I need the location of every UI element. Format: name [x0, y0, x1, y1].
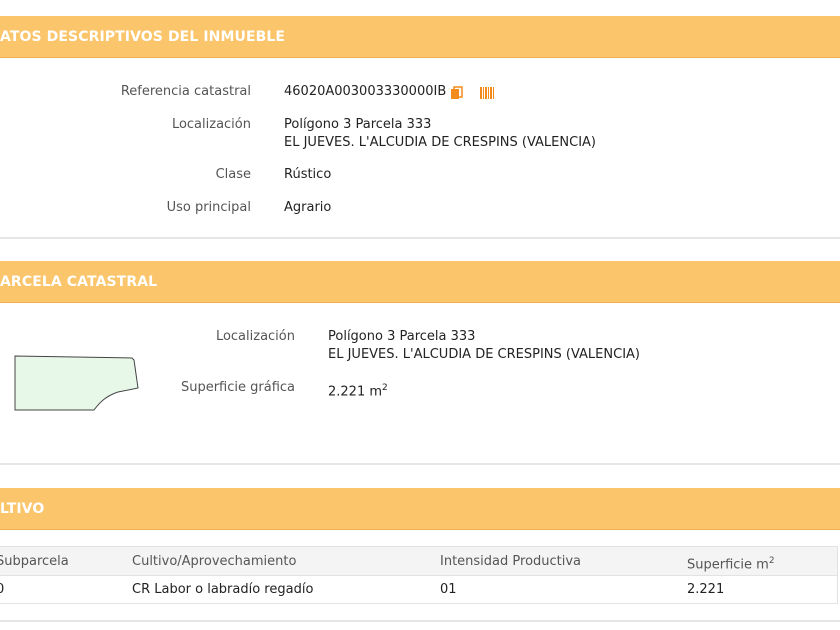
localizacion-line1: Polígono 3 Parcela 333 — [284, 117, 432, 132]
parcel-shape-map[interactable] — [10, 350, 150, 416]
col-superficie-header-text: Superficie m — [687, 557, 769, 573]
col-cultivo-header: Cultivo/Aprovechamiento — [132, 554, 297, 569]
clase-label: Clase — [215, 167, 251, 182]
localizacion-label: Localización — [171, 117, 251, 132]
col-subparcela-header: Subparcela — [0, 554, 69, 569]
parcela-localizacion-label: Localización — [215, 329, 295, 344]
cell-subparcela: 0 — [0, 582, 5, 597]
cultivo-title: LTIVO — [0, 501, 45, 517]
uso-principal-label: Uso principal — [166, 200, 251, 215]
superficie-grafica-value: 2.221 m2 — [328, 379, 388, 401]
section-divider — [0, 237, 840, 239]
datos-descriptivos-title: ATOS DESCRIPTIVOS DEL INMUEBLE — [0, 29, 286, 45]
cell-intensidad: 01 — [440, 582, 457, 597]
col-superficie-header-exp: 2 — [768, 556, 775, 566]
datos-descriptivos-header: ATOS DESCRIPTIVOS DEL INMUEBLE — [0, 16, 840, 58]
cultivo-table-header: Subparcela Cultivo/Aprovechamiento Inten… — [0, 547, 837, 576]
clase-value: Rústico — [284, 167, 332, 182]
copy-icon[interactable] — [450, 85, 464, 99]
parcela-localizacion-line1: Polígono 3 Parcela 333 — [328, 329, 476, 344]
superficie-grafica-exponent: 2 — [382, 383, 388, 393]
superficie-grafica-number: 2.221 m — [328, 384, 383, 400]
parcela-localizacion-line2: EL JUEVES. L'ALCUDIA DE CRESPINS (VALENC… — [328, 347, 640, 362]
referencia-catastral-value[interactable]: 46020A003003330000IB — [284, 83, 446, 101]
uso-principal-value: Agrario — [284, 200, 332, 215]
barcode-icon[interactable] — [480, 85, 494, 99]
table-row: 0 CR Labor o labradío regadío 01 2.221 — [0, 576, 837, 604]
referencia-catastral-label: Referencia catastral — [120, 84, 251, 99]
col-intensidad-header: Intensidad Productiva — [440, 554, 582, 569]
col-superficie-header: Superficie m2 — [687, 547, 775, 579]
parcela-catastral-title: ARCELA CATASTRAL — [0, 274, 158, 290]
localizacion-line2: EL JUEVES. L'ALCUDIA DE CRESPINS (VALENC… — [284, 135, 596, 150]
parcela-catastral-header: ARCELA CATASTRAL — [0, 261, 840, 303]
cell-superficie: 2.221 — [687, 582, 725, 597]
section-divider — [0, 620, 840, 622]
section-divider — [0, 463, 840, 465]
cultivo-table: Subparcela Cultivo/Aprovechamiento Inten… — [0, 546, 838, 604]
superficie-grafica-label: Superficie gráfica — [180, 380, 295, 395]
cell-cultivo: CR Labor o labradío regadío — [132, 582, 314, 597]
cultivo-header: LTIVO — [0, 488, 840, 530]
